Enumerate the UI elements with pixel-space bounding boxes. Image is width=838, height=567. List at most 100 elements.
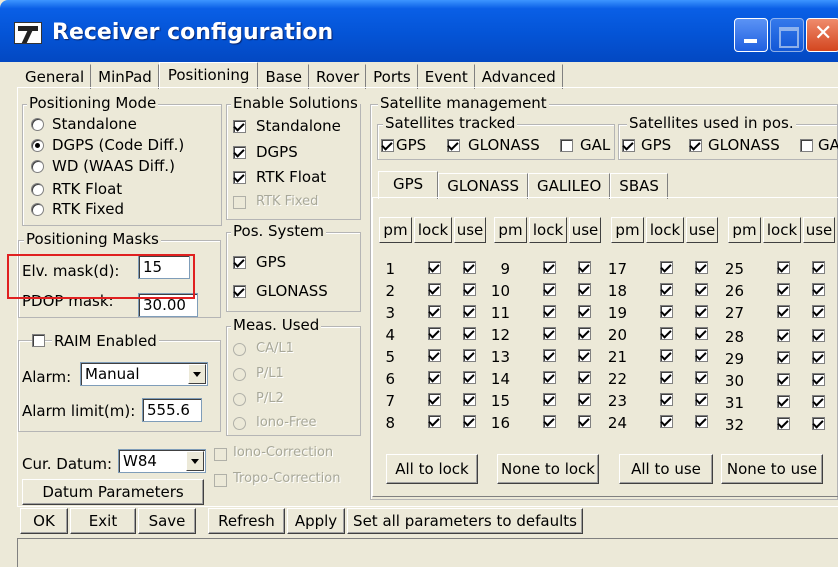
lock-checkbox[interactable] [777, 261, 790, 274]
lock-checkbox[interactable] [543, 283, 556, 296]
use-checkbox[interactable] [695, 415, 708, 428]
chevron-down-icon[interactable] [188, 364, 206, 384]
use-checkbox[interactable] [578, 305, 591, 318]
use-checkbox[interactable] [463, 327, 476, 340]
used-ga-checkbox[interactable] [800, 139, 813, 152]
pos-system-glonass-checkbox[interactable] [233, 285, 246, 298]
lock-checkbox[interactable] [543, 305, 556, 318]
use-checkbox[interactable] [812, 305, 825, 318]
datum-parameters-button[interactable]: Datum Parameters [22, 479, 204, 505]
radio-standalone[interactable] [31, 118, 44, 131]
all-to-lock-button[interactable]: All to lock [386, 454, 478, 484]
use-checkbox[interactable] [695, 283, 708, 296]
lock-checkbox[interactable] [777, 395, 790, 408]
lock-checkbox[interactable] [543, 261, 556, 274]
radio-rtk-fixed[interactable] [31, 203, 44, 216]
header-lock[interactable]: lock [414, 217, 452, 243]
apply-button[interactable]: Apply [287, 508, 345, 534]
use-checkbox[interactable] [695, 261, 708, 274]
lock-checkbox[interactable] [777, 373, 790, 386]
use-checkbox[interactable] [578, 393, 591, 406]
use-checkbox[interactable] [812, 417, 825, 430]
lock-checkbox[interactable] [428, 349, 441, 362]
alarm-limit-input[interactable]: 555.6 [142, 398, 202, 422]
lock-checkbox[interactable] [428, 327, 441, 340]
enable-rtk-float-checkbox[interactable] [233, 171, 246, 184]
header-use[interactable]: use [686, 217, 718, 243]
use-checkbox[interactable] [578, 283, 591, 296]
lock-checkbox[interactable] [543, 415, 556, 428]
lock-checkbox[interactable] [660, 261, 673, 274]
use-checkbox[interactable] [812, 261, 825, 274]
header-pm[interactable]: pm [611, 217, 644, 243]
tracked-gal-checkbox[interactable] [560, 139, 573, 152]
use-checkbox[interactable] [463, 261, 476, 274]
use-checkbox[interactable] [812, 373, 825, 386]
header-lock[interactable]: lock [646, 217, 684, 243]
lock-checkbox[interactable] [660, 327, 673, 340]
lock-checkbox[interactable] [428, 393, 441, 406]
chevron-down-icon[interactable] [186, 451, 204, 471]
radio-rtk-float[interactable] [31, 183, 44, 196]
enable-dgps-checkbox[interactable] [233, 146, 246, 159]
lock-checkbox[interactable] [660, 283, 673, 296]
tab-rover[interactable]: Rover [308, 64, 367, 89]
use-checkbox[interactable] [812, 351, 825, 364]
tracked-glonass-checkbox[interactable] [447, 139, 460, 152]
sat-tab-gps[interactable]: GPS [378, 171, 439, 199]
lock-checkbox[interactable] [428, 283, 441, 296]
use-checkbox[interactable] [578, 327, 591, 340]
all-to-use-button[interactable]: All to use [619, 454, 713, 484]
tab-positioning[interactable]: Positioning [158, 62, 259, 89]
lock-checkbox[interactable] [660, 371, 673, 384]
header-pm[interactable]: pm [494, 217, 527, 243]
use-checkbox[interactable] [695, 349, 708, 362]
use-checkbox[interactable] [578, 349, 591, 362]
sat-tab-glonass[interactable]: GLONASS [438, 173, 528, 199]
header-use[interactable]: use [569, 217, 601, 243]
sat-tab-galileo[interactable]: GALILEO [527, 173, 611, 199]
use-checkbox[interactable] [463, 283, 476, 296]
lock-checkbox[interactable] [543, 393, 556, 406]
set-all-parameters-to-defaults-button[interactable]: Set all parameters to defaults [347, 508, 583, 534]
lock-checkbox[interactable] [428, 371, 441, 384]
lock-checkbox[interactable] [543, 349, 556, 362]
pos-system-gps-checkbox[interactable] [233, 256, 246, 269]
lock-checkbox[interactable] [660, 393, 673, 406]
header-lock[interactable]: lock [763, 217, 801, 243]
exit-button[interactable]: Exit [70, 508, 136, 534]
sat-tab-sbas[interactable]: SBAS [610, 173, 668, 199]
lock-checkbox[interactable] [543, 327, 556, 340]
lock-checkbox[interactable] [428, 261, 441, 274]
minimize-button[interactable] [734, 18, 768, 52]
lock-checkbox[interactable] [660, 305, 673, 318]
use-checkbox[interactable] [695, 305, 708, 318]
lock-checkbox[interactable] [777, 283, 790, 296]
radio-dgps-code-diff[interactable] [31, 139, 44, 152]
lock-checkbox[interactable] [777, 329, 790, 342]
none-to-lock-button[interactable]: None to lock [497, 454, 599, 484]
none-to-use-button[interactable]: None to use [721, 454, 823, 484]
header-use[interactable]: use [454, 217, 486, 243]
use-checkbox[interactable] [463, 415, 476, 428]
title-bar[interactable]: Receiver configuration [0, 0, 838, 62]
tab-general[interactable]: General [18, 64, 92, 89]
header-pm[interactable]: pm [379, 217, 412, 243]
refresh-button[interactable]: Refresh [208, 508, 285, 534]
alarm-select[interactable]: Manual [80, 362, 208, 386]
use-checkbox[interactable] [695, 327, 708, 340]
lock-checkbox[interactable] [543, 371, 556, 384]
use-checkbox[interactable] [463, 349, 476, 362]
header-pm[interactable]: pm [728, 217, 761, 243]
raim-enabled-checkbox[interactable] [32, 334, 45, 347]
use-checkbox[interactable] [463, 305, 476, 318]
lock-checkbox[interactable] [428, 415, 441, 428]
datum-select[interactable]: W84 [118, 449, 206, 473]
used-gps-checkbox[interactable] [622, 139, 635, 152]
header-lock[interactable]: lock [529, 217, 567, 243]
use-checkbox[interactable] [812, 329, 825, 342]
use-checkbox[interactable] [463, 393, 476, 406]
use-checkbox[interactable] [695, 371, 708, 384]
close-button[interactable] [806, 18, 838, 52]
lock-checkbox[interactable] [660, 415, 673, 428]
